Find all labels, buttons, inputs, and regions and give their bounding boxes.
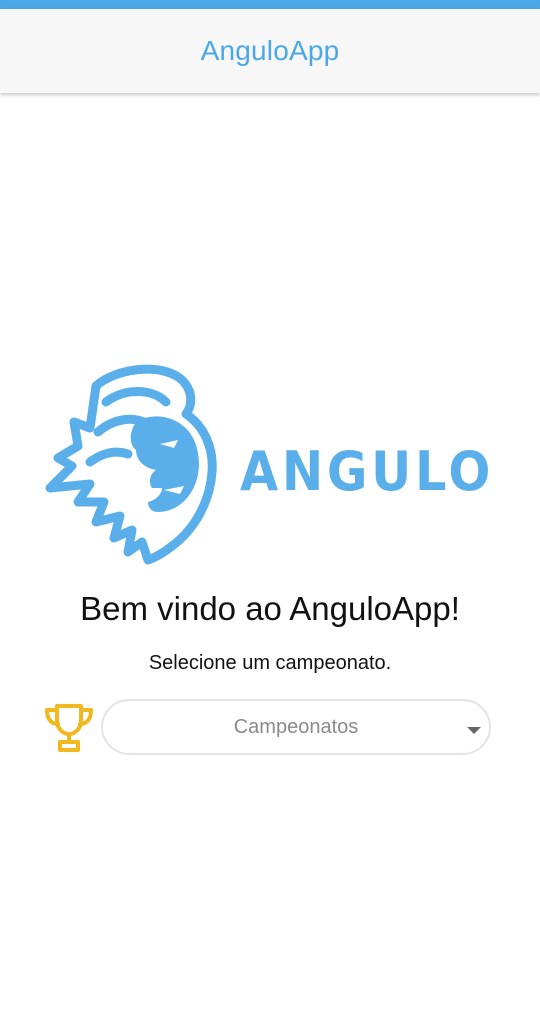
- logo-wordmark: ANGULO: [240, 440, 494, 503]
- app-title: AnguloApp: [200, 35, 340, 66]
- chevron-down-icon: [467, 727, 481, 734]
- championship-select-placeholder: Campeonatos: [233, 715, 359, 738]
- angulo-logo: ANGULO: [45, 364, 494, 565]
- trophy-icon: [45, 704, 93, 752]
- championship-select[interactable]: Campeonatos: [101, 699, 491, 755]
- welcome-heading: Bem vindo ao AnguloApp!: [80, 590, 460, 627]
- lion-face-icon: [130, 416, 199, 512]
- status-strip: [0, 0, 540, 9]
- app-header: AnguloApp: [0, 9, 540, 93]
- welcome-subtitle: Selecione um campeonato.: [148, 652, 392, 674]
